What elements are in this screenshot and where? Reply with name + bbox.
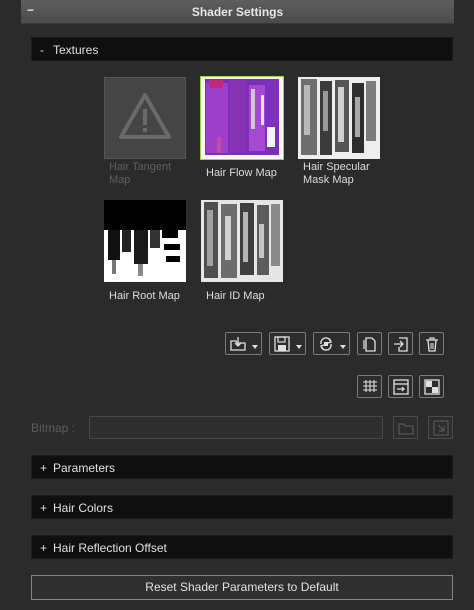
chevron-down-icon[interactable] <box>252 345 258 349</box>
bitmap-path-field <box>89 416 383 439</box>
checker-icon <box>424 379 440 395</box>
external-editor-icon <box>433 420 449 436</box>
save-texture-button[interactable] <box>269 332 306 355</box>
import-icon <box>394 337 408 352</box>
export-icon <box>393 379 409 395</box>
texture-label: Hair Flow Map <box>206 167 277 179</box>
delete-texture-button[interactable] <box>419 332 444 355</box>
texture-slot-hair-id-map[interactable] <box>201 200 283 282</box>
bitmap-label: Bitmap : <box>31 421 76 435</box>
chevron-down-icon[interactable] <box>296 345 302 349</box>
texture-label: Hair Tangent Map <box>109 161 172 186</box>
texture-slot-hair-root-map[interactable] <box>104 200 186 282</box>
save-icon <box>274 336 290 352</box>
texture-label: Hair Root Map <box>109 290 180 302</box>
copy-texture-button[interactable] <box>357 332 382 355</box>
texture-slot-hair-tangent-map[interactable] <box>104 77 186 159</box>
load-texture-button[interactable] <box>225 332 262 355</box>
import-texture-button[interactable] <box>388 332 413 355</box>
swap-icon <box>319 337 333 351</box>
swap-texture-button[interactable] <box>313 332 350 355</box>
id-map-thumbnail <box>201 200 283 282</box>
trash-icon <box>426 337 438 352</box>
load-folder-icon <box>230 337 246 351</box>
parameters-section-header[interactable]: + Parameters <box>31 455 453 479</box>
section-label: Hair Colors <box>53 501 114 515</box>
folder-icon <box>398 423 414 435</box>
expand-sign: + <box>40 461 48 475</box>
expand-sign: + <box>40 541 48 555</box>
texture-label: Hair ID Map <box>206 290 265 302</box>
section-label: Parameters <box>53 461 116 475</box>
root-map-thumbnail <box>104 200 186 282</box>
launch-editor-button <box>428 416 453 439</box>
chevron-down-icon[interactable] <box>340 345 346 349</box>
export-texture-button[interactable] <box>388 375 413 398</box>
hair-reflection-offset-section-header[interactable]: + Hair Reflection Offset <box>31 535 453 559</box>
grid-icon <box>363 380 377 392</box>
expand-sign: + <box>40 501 48 515</box>
section-label: Hair Reflection Offset <box>53 541 167 555</box>
section-label: Textures <box>53 43 99 57</box>
copy-icon <box>363 337 376 352</box>
checker-button[interactable] <box>419 375 444 398</box>
browse-bitmap-button <box>393 416 418 439</box>
hair-colors-section-header[interactable]: + Hair Colors <box>31 495 453 519</box>
warning-icon <box>119 93 171 139</box>
specular-mask-thumbnail <box>298 77 380 159</box>
uv-grid-button[interactable] <box>357 375 382 398</box>
panel-header[interactable]: − Shader Settings <box>21 0 454 24</box>
flow-map-thumbnail <box>201 77 283 159</box>
texture-slot-hair-flow-map[interactable] <box>200 76 284 160</box>
reset-shader-parameters-button[interactable]: Reset Shader Parameters to Default <box>31 575 453 600</box>
texture-slot-hair-specular-mask-map[interactable] <box>298 77 380 159</box>
panel-title: Shader Settings <box>191 5 284 19</box>
texture-label: Hair Specular Mask Map <box>303 161 370 186</box>
collapse-sign: - <box>40 43 44 57</box>
textures-section-header[interactable]: - Textures <box>31 37 453 61</box>
